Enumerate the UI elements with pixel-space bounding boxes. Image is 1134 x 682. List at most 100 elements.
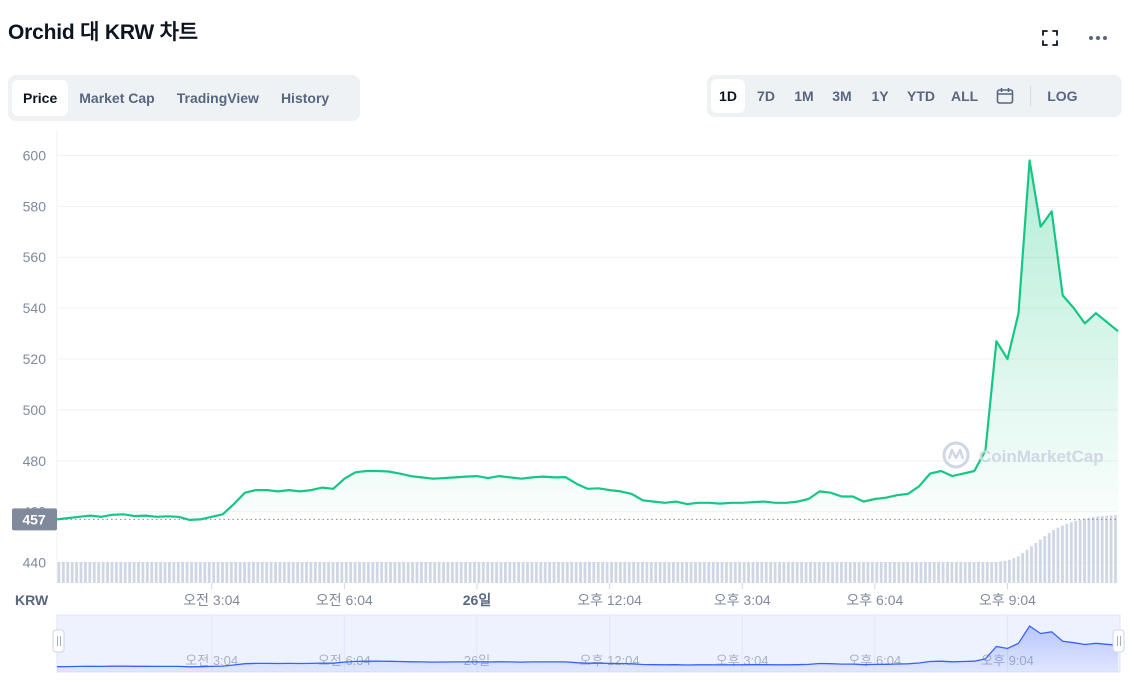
volume-bar	[225, 562, 229, 583]
price-chart[interactable]: 440460480500520540560580600 KRW오전 3:04오전…	[0, 0, 1134, 682]
volume-bar	[844, 562, 848, 583]
volume-bar	[618, 562, 622, 583]
currency-label: KRW	[15, 592, 49, 608]
volume-bar	[305, 562, 308, 583]
y-tick-label: 580	[23, 198, 47, 214]
volume-bar	[1021, 553, 1025, 583]
volume-bar	[795, 562, 799, 583]
volume-bar	[835, 562, 839, 583]
volume-bar	[1074, 520, 1078, 583]
volume-bar	[1061, 525, 1064, 583]
volume-bar	[526, 562, 529, 583]
volume-bar	[340, 562, 344, 583]
volume-bar	[893, 562, 896, 583]
volume-bar	[614, 562, 618, 583]
volume-bar	[946, 562, 949, 583]
volume-bar	[671, 562, 675, 583]
volume-bar	[61, 562, 65, 583]
volume-bar	[442, 562, 445, 583]
volume-bar	[557, 562, 560, 583]
volume-bar	[676, 562, 680, 583]
volume-bar	[879, 562, 883, 583]
volume-bar	[645, 562, 649, 583]
volume-bar	[1025, 549, 1029, 583]
x-tick-label: 오후 9:04	[979, 592, 1036, 608]
volume-bar	[296, 562, 300, 583]
navigator-right-handle[interactable]	[1112, 629, 1125, 653]
volume-bar	[362, 562, 366, 583]
volume-bar	[764, 562, 768, 583]
volume-bar	[866, 562, 870, 583]
volume-bar	[495, 562, 498, 583]
volume-bar	[539, 562, 543, 583]
volume-bar	[397, 562, 401, 583]
volume-bar	[667, 562, 671, 583]
volume-bar	[106, 562, 109, 583]
volume-bar	[583, 562, 587, 583]
volume-bar	[561, 562, 565, 583]
volume-bar	[393, 562, 397, 583]
volume-bar	[641, 562, 644, 583]
volume-bar	[1105, 515, 1109, 583]
volume-bar	[941, 562, 945, 583]
volume-bar	[274, 562, 277, 583]
volume-bar	[336, 562, 339, 583]
volume-bar	[265, 562, 269, 583]
volume-bar	[318, 562, 322, 583]
volume-bar	[786, 562, 790, 583]
volume-bar	[477, 562, 481, 583]
volume-bar	[92, 562, 96, 583]
volume-bar	[190, 562, 193, 583]
volume-bar	[406, 562, 410, 583]
volume-bar	[707, 562, 711, 583]
volume-bar	[574, 562, 578, 583]
volume-bar	[181, 562, 185, 583]
volume-bar	[499, 562, 503, 583]
volume-bar	[229, 562, 233, 583]
volume-bar	[981, 562, 985, 583]
volume-bar	[769, 562, 773, 583]
volume-bar	[424, 562, 428, 583]
volume-bar	[910, 562, 914, 583]
y-tick-label: 540	[23, 300, 47, 316]
volume-bar	[791, 562, 795, 583]
navigator-left-handle[interactable]	[52, 629, 65, 653]
volume-bar	[711, 562, 715, 583]
volume-bar	[508, 562, 512, 583]
volume-bar	[512, 562, 516, 583]
volume-bar	[309, 562, 313, 583]
volume-bar	[1043, 536, 1047, 583]
volume-bar	[747, 562, 750, 583]
volume-bar	[884, 562, 888, 583]
volume-bar	[464, 562, 468, 583]
volume-bar	[694, 562, 697, 583]
volume-bar	[490, 562, 494, 583]
volume-bar	[366, 562, 370, 583]
volume-bar	[685, 562, 689, 583]
volume-bar	[950, 562, 954, 583]
volume-bar	[132, 562, 136, 583]
y-tick-label: 500	[23, 402, 47, 418]
volume-bar	[831, 562, 834, 583]
volume-bar	[256, 562, 260, 583]
volume-bar	[977, 562, 980, 583]
volume-bar	[278, 562, 282, 583]
volume-bar	[203, 562, 207, 583]
volume-bar	[932, 562, 936, 583]
volume-bar	[415, 562, 419, 583]
volume-bar	[428, 562, 432, 583]
x-tick-label: 오후 12:04	[577, 592, 642, 608]
volume-bar	[1096, 516, 1100, 583]
volume-bar	[243, 562, 246, 583]
volume-bar	[552, 562, 556, 583]
volume-bar	[751, 562, 755, 583]
volume-bar	[221, 562, 224, 583]
volume-bar	[212, 562, 216, 583]
volume-bar	[123, 562, 127, 583]
x-tick-label: 오전 6:04	[316, 592, 373, 608]
volume-bar	[826, 562, 830, 583]
volume-bar	[119, 562, 123, 583]
volume-bar	[937, 562, 941, 583]
volume-bar	[269, 562, 273, 583]
volume-bar	[1083, 518, 1086, 583]
